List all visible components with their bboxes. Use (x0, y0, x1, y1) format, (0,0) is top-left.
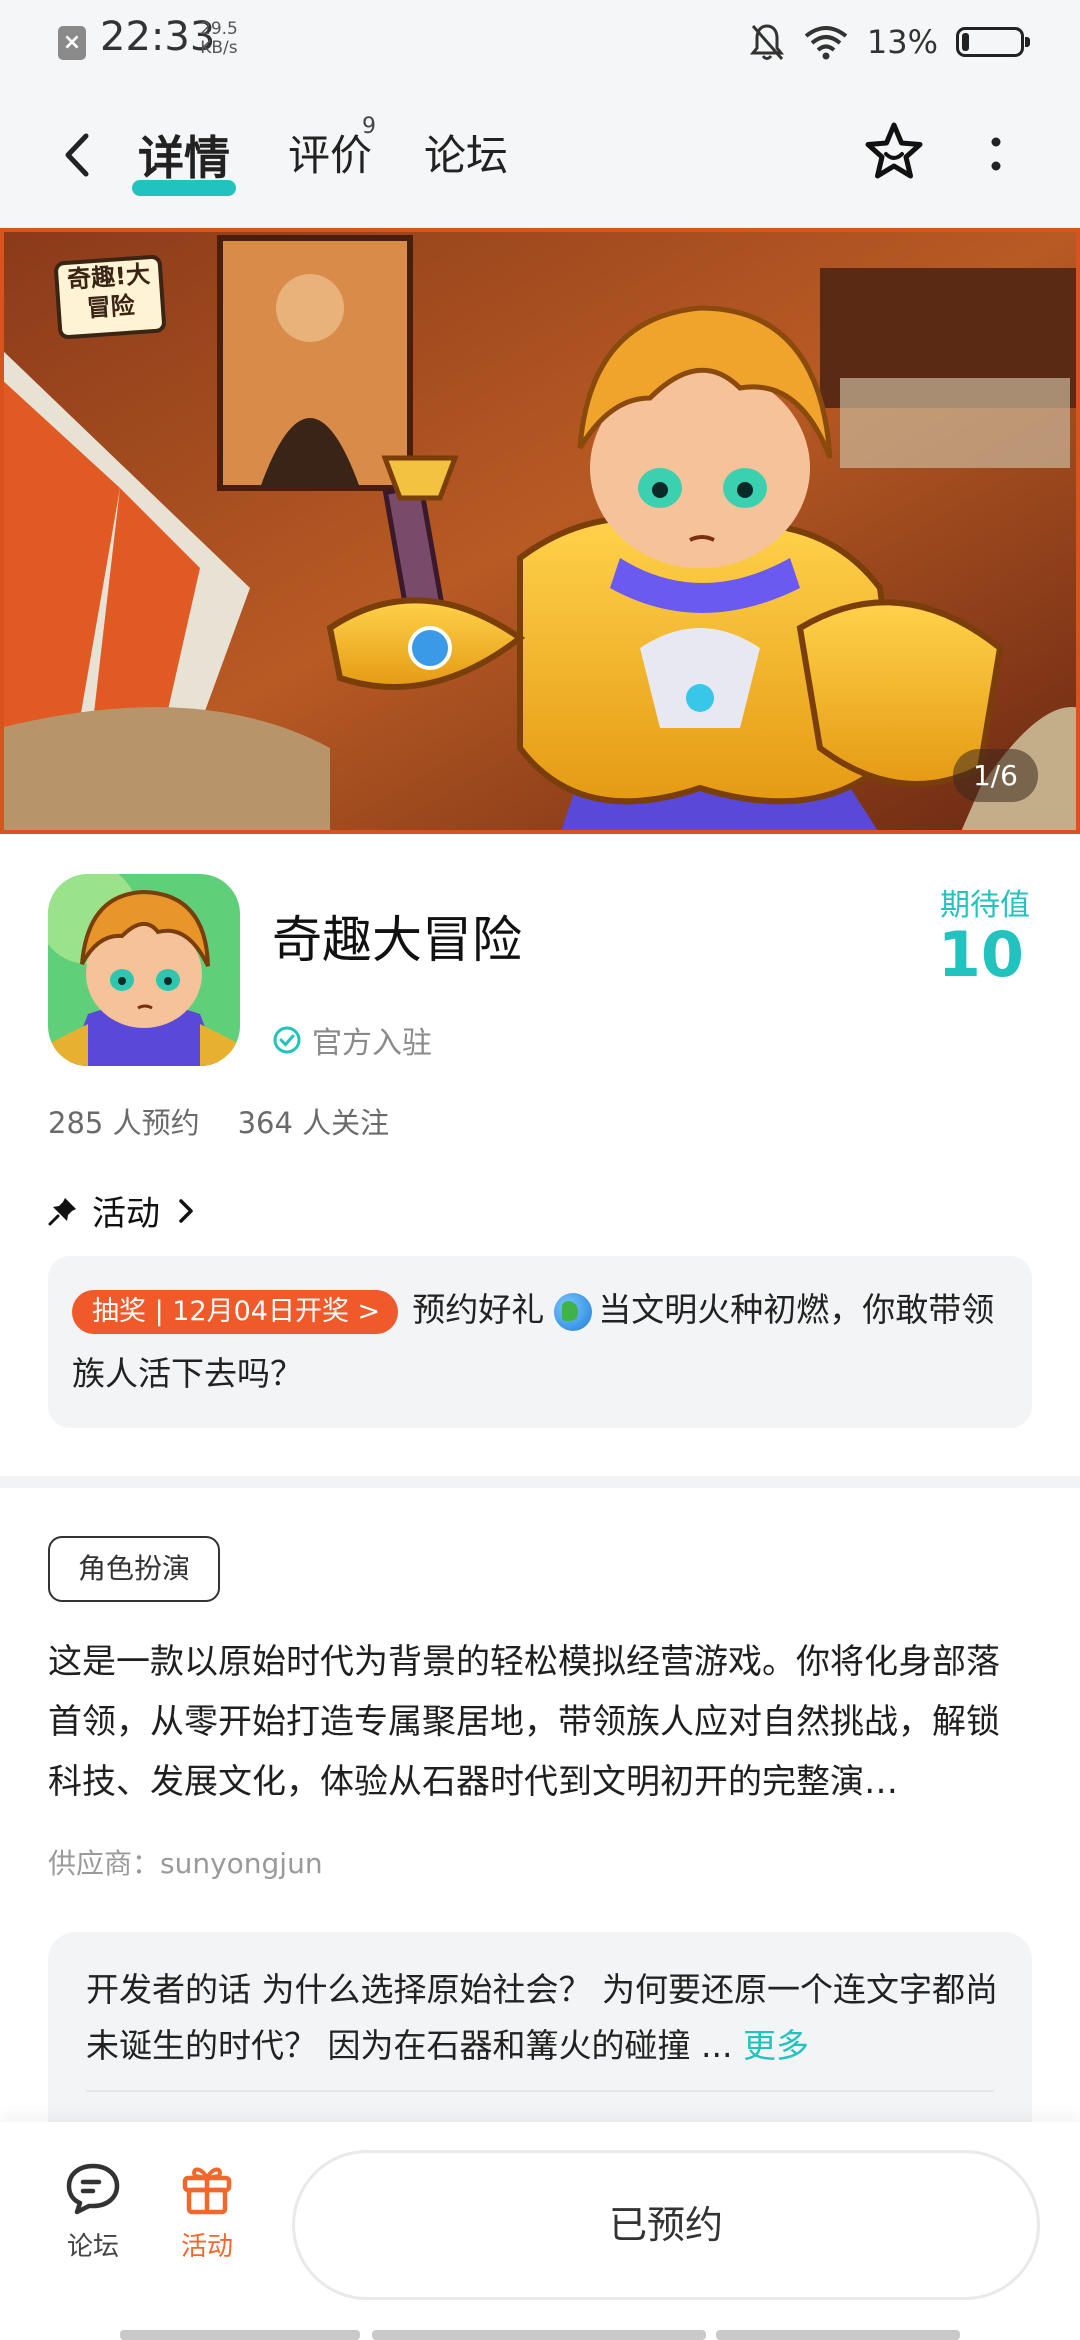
activity-text-start: 预约好礼 (412, 1290, 545, 1329)
tab-forum[interactable]: 论坛 (424, 122, 508, 183)
banner-logo: 奇趣!大冒险 (53, 254, 167, 340)
forum-chat-icon (66, 2163, 120, 2215)
card-divider (86, 2090, 994, 2092)
official-badge: 官方入驻 (272, 1018, 432, 1062)
activity-section-header[interactable]: 活动 (48, 1186, 196, 1235)
developer-note-text: 开发者的话 为什么选择原始社会？ 为何要还原一个连文字都尚未诞生的时代？ 因为在… (86, 1970, 998, 2065)
home-indicator (120, 2330, 360, 2340)
supplier-info: 供应商：sunyongjun (48, 1847, 323, 1880)
wifi-icon (804, 26, 848, 60)
bottom-action-bar: 论坛 活动 已预约 (0, 2122, 1080, 2340)
globe-icon (554, 1292, 593, 1331)
genre-tag[interactable]: 角色扮演 (48, 1536, 221, 1602)
reviews-count-badge: 9 (362, 114, 376, 139)
game-app-icon (48, 874, 240, 1066)
status-bar: × 22:33 29.5 KB/s 13% (0, 0, 1080, 84)
game-title: 奇趣大冒险 (272, 911, 522, 969)
battery-percent: 13% (866, 23, 938, 61)
activity-button[interactable]: 活动 (162, 2158, 252, 2263)
forum-button[interactable]: 论坛 (48, 2158, 138, 2263)
bell-muted-icon (749, 24, 784, 60)
top-nav: 详情 评价 9 论坛 (0, 84, 1080, 228)
home-indicator (372, 2330, 706, 2340)
favorite-star-icon[interactable] (862, 120, 926, 184)
reserved-button[interactable]: 已预约 (292, 2150, 1040, 2300)
clock: 22:33 (100, 14, 216, 60)
promo-banner[interactable]: 奇趣!大冒险 1/6 (0, 228, 1080, 834)
game-description[interactable]: 这是一款以原始时代为背景的轻松模拟经营游戏。你将化身部落首领，从零开始打造专属聚… (48, 1632, 1032, 1812)
notification-close-icon: × (58, 26, 86, 60)
more-options-icon[interactable] (980, 134, 1012, 178)
section-divider (0, 1476, 1080, 1488)
expectation-score: 10 (937, 918, 1024, 991)
battery-icon (956, 27, 1030, 57)
chevron-right-icon (179, 1198, 193, 1223)
verified-check-icon (273, 1026, 301, 1054)
gift-icon (182, 2167, 232, 2215)
reservation-count: 285 人预约 (48, 1106, 200, 1140)
more-link[interactable]: 更多 (743, 2026, 809, 2065)
home-indicator (716, 2330, 960, 2340)
banner-page-counter: 1/6 (952, 749, 1038, 802)
tab-reviews[interactable]: 评价 (288, 122, 372, 183)
lottery-tag[interactable]: 抽奖 | 12月04日开奖 > (72, 1289, 399, 1334)
network-speed: 29.5 KB/s (200, 19, 238, 58)
activity-card[interactable]: 抽奖 | 12月04日开奖 > 预约好礼 当文明火种初燃，你敢带领族人活下去吗？ (48, 1256, 1032, 1428)
follower-count: 364 人关注 (237, 1106, 390, 1140)
game-stats: 285 人预约 364 人关注 (48, 1100, 389, 1142)
pin-icon (48, 1197, 76, 1225)
back-arrow-icon[interactable] (56, 130, 100, 180)
tab-details[interactable]: 详情 (138, 122, 230, 188)
